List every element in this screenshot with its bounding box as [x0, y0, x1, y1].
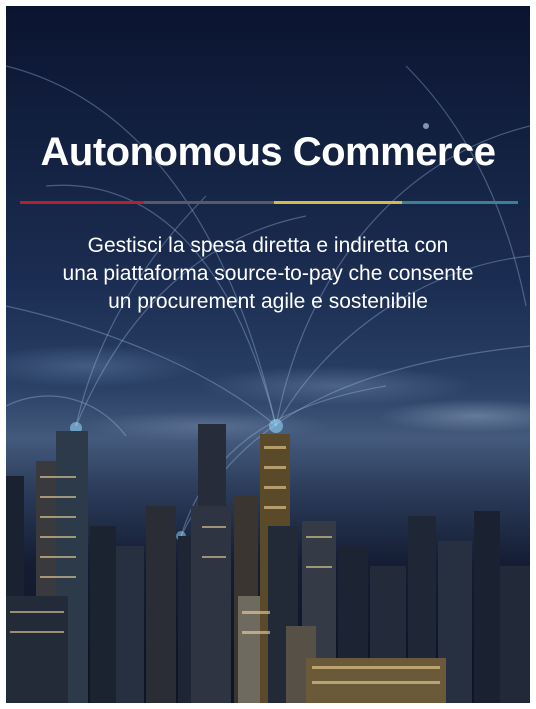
stripe-teal [402, 201, 518, 204]
stripe-gray [144, 201, 274, 204]
buildings [6, 424, 530, 703]
banner-title: Autonomous Commerce [40, 130, 497, 174]
hero-banner: Autonomous Commerce Gestisci la spesa di… [6, 6, 530, 703]
city-skyline-image [6, 65, 530, 703]
stripe-red [20, 201, 144, 204]
banner-subtitle: Gestisci la spesa diretta e indiretta co… [62, 234, 474, 313]
stripe-yellow [274, 201, 402, 204]
